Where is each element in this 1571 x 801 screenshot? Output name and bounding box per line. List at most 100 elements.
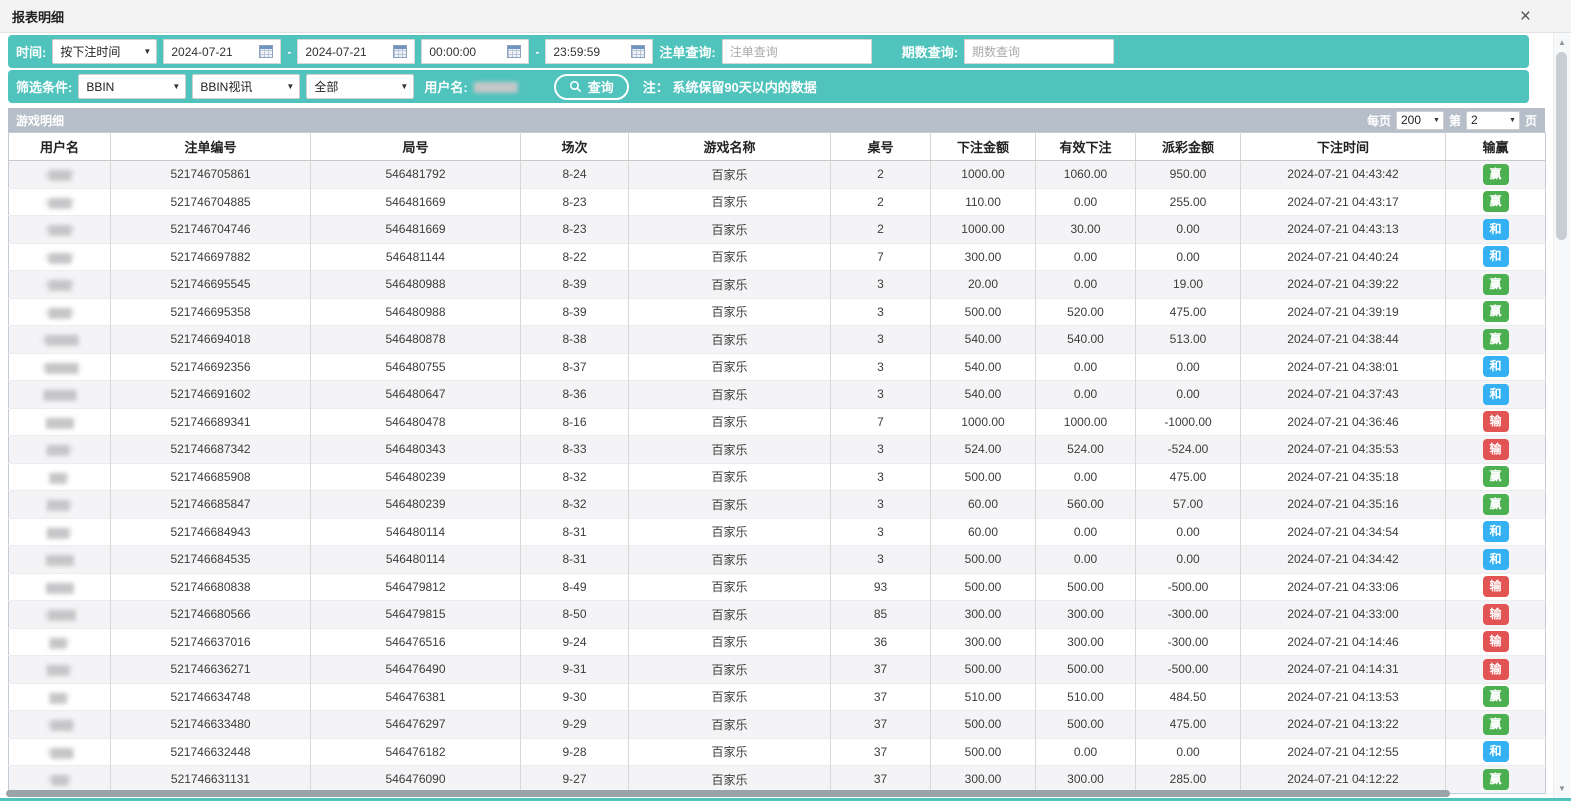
time-from-input[interactable] [429, 45, 503, 59]
cell-bet-amount: 300.00 [931, 601, 1036, 629]
masked-username: h████7 [45, 170, 75, 180]
date-to-input[interactable] [305, 45, 389, 59]
range-separator: - [287, 45, 291, 59]
game-type-select[interactable]: BBIN视讯 [192, 74, 300, 99]
cell-round-id: 546480343 [311, 436, 521, 464]
scroll-up-icon[interactable]: ▲ [1554, 35, 1570, 51]
per-page-select[interactable]: 200 [1396, 111, 1444, 130]
time-label: 时间: [16, 42, 46, 61]
masked-username: h████7 [45, 280, 75, 290]
search-icon [569, 80, 582, 93]
cell-session: 8-37 [521, 353, 629, 381]
vendor-select-wrap: BBIN ▼ [78, 74, 186, 99]
calendar-icon[interactable] [393, 45, 407, 58]
masked-username: h████ [47, 748, 73, 758]
cell-username: h████7 [9, 243, 111, 271]
cell-bet-time: 2024-07-21 04:43:13 [1241, 216, 1446, 244]
cell-round-id: 546480114 [311, 546, 521, 574]
table-row: ███75217466859085464802398-32百家乐3500.000… [9, 463, 1546, 491]
masked-username: █████ [46, 418, 73, 428]
table-row: ████75217466849435464801148-31百家乐360.000… [9, 518, 1546, 546]
cell-username: ████7 [9, 491, 111, 519]
cell-bet-id: 521746692356 [111, 353, 311, 381]
close-icon[interactable]: × [1520, 7, 1531, 26]
column-header: 场次 [521, 133, 629, 161]
cell-bet-time: 2024-07-21 04:39:22 [1241, 271, 1446, 299]
result-badge: 输 [1483, 576, 1509, 597]
cell-game-name: 百家乐 [629, 711, 831, 739]
cell-round-id: 546480988 [311, 298, 521, 326]
result-badge: 赢 [1483, 274, 1509, 295]
masked-username: █████ [46, 555, 73, 565]
result-badge: 赢 [1483, 494, 1509, 515]
cell-bet-id: 521746695545 [111, 271, 311, 299]
calendar-icon[interactable] [507, 45, 521, 58]
cell-username: h████7 [9, 161, 111, 189]
time-type-select[interactable]: 按下注时间 [52, 39, 157, 64]
cell-round-id: 546481669 [311, 188, 521, 216]
vendor-select[interactable]: BBIN [78, 74, 186, 99]
cell-round-id: 546476516 [311, 628, 521, 656]
cell-result: 赢 [1446, 683, 1546, 711]
cell-game-name: 百家乐 [629, 436, 831, 464]
scroll-down-icon[interactable]: ▼ [1554, 781, 1570, 797]
cell-result: 赢 [1446, 711, 1546, 739]
cell-payout: -524.00 [1136, 436, 1241, 464]
cell-game-name: 百家乐 [629, 601, 831, 629]
result-badge: 和 [1483, 219, 1509, 240]
cell-bet-id: 521746689341 [111, 408, 311, 436]
cell-bet-time: 2024-07-21 04:33:06 [1241, 573, 1446, 601]
page-label: 第 [1449, 112, 1461, 129]
pagination: 每页 200 ▼ 第 2 ▼ 页 [1367, 111, 1537, 130]
cell-bet-id: 521746634748 [111, 683, 311, 711]
cell-session: 9-27 [521, 766, 629, 794]
vertical-scrollbar-thumb[interactable] [1556, 52, 1567, 240]
cell-game-name: 百家乐 [629, 271, 831, 299]
page-select[interactable]: 2 [1466, 111, 1520, 130]
cell-bet-time: 2024-07-21 04:13:22 [1241, 711, 1446, 739]
masked-username: h███7 [47, 775, 71, 785]
horizontal-scrollbar-thumb[interactable] [6, 790, 1450, 797]
date-from-input[interactable] [171, 45, 255, 59]
cell-payout: 0.00 [1136, 353, 1241, 381]
column-header: 输赢 [1446, 133, 1546, 161]
cell-game-name: 百家乐 [629, 161, 831, 189]
cell-valid-bet: 500.00 [1036, 656, 1136, 684]
cell-session: 8-38 [521, 326, 629, 354]
cell-valid-bet: 0.00 [1036, 271, 1136, 299]
cell-username: █████ [9, 546, 111, 574]
calendar-icon[interactable] [631, 45, 645, 58]
result-badge: 和 [1483, 246, 1509, 267]
period-query-input[interactable] [964, 39, 1114, 64]
cell-result: 和 [1446, 353, 1546, 381]
result-badge: 输 [1483, 659, 1509, 680]
search-button[interactable]: 查询 [554, 74, 629, 100]
cell-table-no: 37 [831, 711, 931, 739]
cell-bet-id: 521746685908 [111, 463, 311, 491]
cell-round-id: 546476297 [311, 711, 521, 739]
masked-username: ██████ [43, 390, 75, 400]
table-row: h████75217466955455464809888-39百家乐320.00… [9, 271, 1546, 299]
cell-valid-bet: 0.00 [1036, 381, 1136, 409]
vertical-scrollbar[interactable]: ▲ ▼ [1553, 33, 1570, 801]
cell-game-name: 百家乐 [629, 573, 831, 601]
cell-table-no: 3 [831, 463, 931, 491]
result-badge: 输 [1483, 411, 1509, 432]
table-row: h███75217466311315464760909-27百家乐37300.0… [9, 766, 1546, 794]
scope-select[interactable]: 全部 [306, 74, 414, 99]
cell-bet-time: 2024-07-21 04:35:16 [1241, 491, 1446, 519]
masked-username: h████7 [45, 198, 75, 208]
cell-session: 8-39 [521, 298, 629, 326]
column-header: 下注时间 [1241, 133, 1446, 161]
cell-result: 输 [1446, 573, 1546, 601]
bet-query-input[interactable] [722, 39, 872, 64]
time-to-input[interactable] [553, 45, 627, 59]
table-row: h██████5217466923565464807558-37百家乐3540.… [9, 353, 1546, 381]
cell-bet-time: 2024-07-21 04:34:42 [1241, 546, 1446, 574]
calendar-icon[interactable] [259, 45, 273, 58]
table-row: h████5217466324485464761829-28百家乐37500.0… [9, 738, 1546, 766]
section-title: 游戏明细 [16, 112, 64, 129]
cell-table-no: 3 [831, 518, 931, 546]
result-badge: 赢 [1483, 686, 1509, 707]
cell-valid-bet: 0.00 [1036, 463, 1136, 491]
